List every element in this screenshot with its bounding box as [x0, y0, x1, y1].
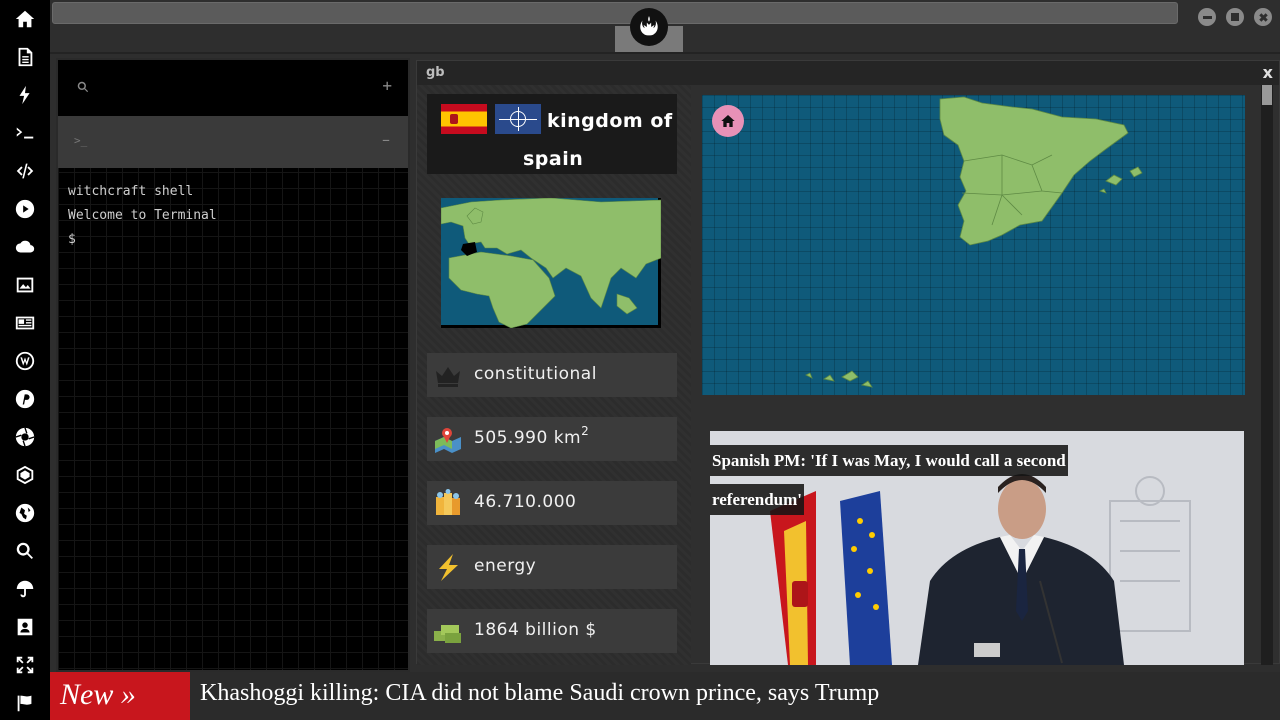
- terminal-icon[interactable]: [0, 114, 50, 152]
- terminal-search[interactable]: +: [58, 60, 408, 116]
- ticker-headline[interactable]: Khashoggi killing: CIA did not blame Sau…: [200, 680, 879, 707]
- search-icon: [77, 81, 89, 93]
- terminal-prompt-line: $: [68, 232, 76, 247]
- terminal-line: Welcome to Terminal: [68, 208, 217, 223]
- gdp-stat: 1864 billion $: [427, 609, 677, 653]
- pinterest-icon[interactable]: [0, 380, 50, 418]
- nato-flag-icon: [495, 104, 541, 134]
- close-button[interactable]: [1254, 8, 1272, 26]
- world-locator-map[interactable]: [440, 197, 662, 329]
- government-stat: constitutional: [427, 353, 677, 397]
- home-icon: [721, 115, 735, 127]
- document-icon[interactable]: [0, 38, 50, 76]
- desktop: + >_ – witchcraft shell Welcome to Termin…: [0, 0, 1280, 720]
- country-card: kingdom of spain: [427, 94, 677, 174]
- ticker-label[interactable]: New »: [50, 672, 190, 720]
- add-terminal-button[interactable]: +: [382, 76, 392, 95]
- search-icon[interactable]: [0, 532, 50, 570]
- bolt-icon[interactable]: [0, 76, 50, 114]
- terminal-output[interactable]: witchcraft shell Welcome to Terminal $: [68, 180, 217, 252]
- aperture-icon[interactable]: [0, 418, 50, 456]
- wordpress-icon[interactable]: [0, 342, 50, 380]
- panel-scrollbar[interactable]: [1261, 85, 1273, 665]
- area-unit-exponent: 2: [581, 424, 590, 438]
- image-icon[interactable]: [0, 266, 50, 304]
- expand-icon[interactable]: [0, 646, 50, 684]
- address-field[interactable]: [52, 2, 1178, 24]
- app-dock: [0, 0, 50, 720]
- terminal-panel: + >_ – witchcraft shell Welcome to Termin…: [56, 58, 410, 672]
- terminal-line: witchcraft shell: [68, 184, 194, 199]
- news-headline[interactable]: Spanish PM: 'If I was May, I would call …: [710, 441, 1110, 519]
- country-panel: gb x kingdom of spain constitutional 505…: [416, 60, 1280, 665]
- area-map-icon: [435, 428, 461, 453]
- country-map[interactable]: [702, 95, 1245, 395]
- resource-stat: energy: [427, 545, 677, 589]
- terminal-tab[interactable]: >_ –: [58, 116, 408, 168]
- panel-tag: gb: [426, 65, 445, 80]
- maximize-button[interactable]: [1226, 8, 1244, 26]
- area-value: 505.990 km: [474, 428, 582, 448]
- code-icon[interactable]: [0, 152, 50, 190]
- panel-close-button[interactable]: x: [1263, 63, 1273, 82]
- news-ticker: New » Khashoggi killing: CIA did not bla…: [50, 672, 1280, 720]
- crown-icon: [436, 367, 460, 387]
- area-stat: 505.990 km2: [427, 417, 677, 461]
- minimize-button[interactable]: [1198, 8, 1216, 26]
- population-icon: [436, 489, 460, 515]
- map-home-button[interactable]: [712, 105, 744, 137]
- population-stat: 46.710.000: [427, 481, 677, 525]
- flag-icon[interactable]: [0, 684, 50, 720]
- play-icon[interactable]: [0, 190, 50, 228]
- energy-icon: [439, 554, 458, 581]
- prompt-icon: >_: [74, 134, 88, 147]
- panel-header: gb x: [417, 61, 1279, 85]
- top-bar: [50, 0, 1280, 54]
- collapse-terminal-button[interactable]: –: [382, 130, 390, 149]
- country-info-column: kingdom of spain constitutional 505.990 …: [417, 85, 691, 665]
- home-icon[interactable]: [0, 0, 50, 38]
- scrollbar-thumb[interactable]: [1262, 85, 1272, 105]
- newspaper-icon[interactable]: [0, 304, 50, 342]
- network-icon[interactable]: [0, 456, 50, 494]
- money-icon: [434, 625, 461, 643]
- rebel-logo-icon[interactable]: [630, 8, 668, 46]
- news-card[interactable]: Spanish PM: 'If I was May, I would call …: [710, 431, 1244, 665]
- contact-icon[interactable]: [0, 608, 50, 646]
- spain-flag-icon: [441, 104, 487, 134]
- globe-icon[interactable]: [0, 494, 50, 532]
- umbrella-icon[interactable]: [0, 570, 50, 608]
- cloud-icon[interactable]: [0, 228, 50, 266]
